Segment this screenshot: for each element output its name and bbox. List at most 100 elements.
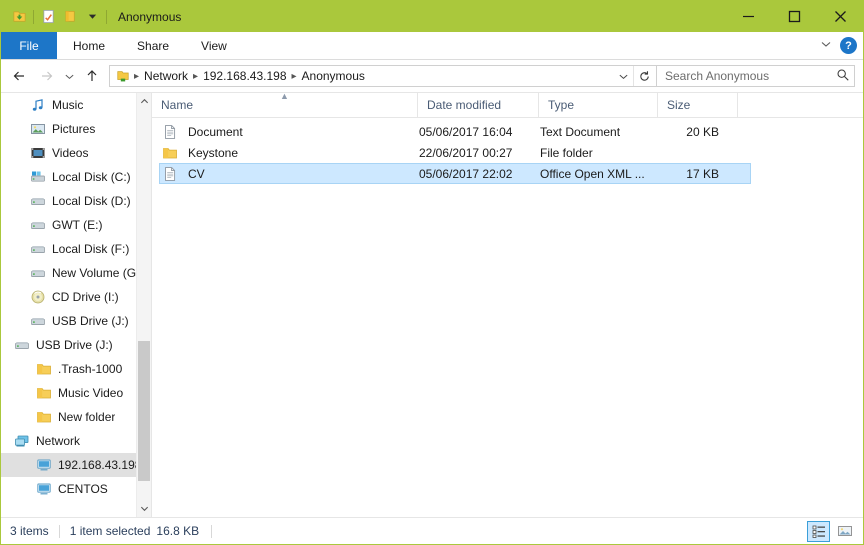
folder-icon bbox=[35, 409, 53, 425]
table-row[interactable]: Document 05/06/2017 16:04 Text Document 20 … bbox=[159, 121, 751, 142]
sidebar-item-label: Pictures bbox=[52, 122, 96, 136]
sidebar-item-gwt-e[interactable]: GWT (E:) bbox=[1, 213, 137, 237]
drive-icon bbox=[29, 241, 47, 257]
address-dropdown-icon[interactable] bbox=[613, 66, 633, 86]
text-file-icon bbox=[162, 166, 182, 182]
sidebar-item-videos[interactable]: Videos bbox=[1, 141, 137, 165]
column-header-date[interactable]: Date modified bbox=[418, 93, 539, 117]
tab-view[interactable]: View bbox=[185, 32, 243, 59]
minimize-icon[interactable] bbox=[725, 1, 771, 32]
file-date-cell: 22/06/2017 00:27 bbox=[419, 145, 513, 160]
file-type-cell: File folder bbox=[540, 145, 593, 160]
sidebar-item-label: USB Drive (J:) bbox=[36, 338, 113, 352]
sidebar-item-music-video[interactable]: Music Video bbox=[1, 381, 137, 405]
breadcrumb-item-network[interactable]: Network bbox=[141, 69, 191, 83]
sidebar-item-new-folder[interactable]: New folder bbox=[1, 405, 137, 429]
status-divider-2 bbox=[211, 524, 213, 538]
table-row[interactable]: Keystone 22/06/2017 00:27 File folder bbox=[159, 142, 751, 163]
sidebar-item-pictures[interactable]: Pictures bbox=[1, 117, 137, 141]
column-header-size[interactable]: Size bbox=[658, 93, 738, 117]
chevron-down-icon[interactable] bbox=[820, 38, 832, 53]
sidebar-item-label: Music Video bbox=[58, 386, 124, 400]
sidebar-item-local-disk-c[interactable]: Local Disk (C:) bbox=[1, 165, 137, 189]
file-date-cell: 05/06/2017 22:02 bbox=[419, 166, 513, 181]
search-placeholder: Search Anonymous bbox=[665, 69, 770, 83]
breadcrumb-item-anonymous[interactable]: Anonymous bbox=[299, 69, 368, 83]
breadcrumb-separator-0: ▸ bbox=[134, 70, 140, 82]
file-name-label: Document bbox=[188, 124, 243, 139]
status-bar: 3 items 1 item selected 16.8 KB bbox=[1, 517, 863, 544]
sidebar-item-label: Local Disk (F:) bbox=[52, 242, 130, 256]
column-header-type[interactable]: Type bbox=[539, 93, 658, 117]
new-folder-icon[interactable] bbox=[59, 6, 81, 28]
file-name-label: CV bbox=[188, 166, 205, 181]
breadcrumb-separator-2: ▸ bbox=[291, 70, 297, 82]
help-icon[interactable]: ? bbox=[840, 37, 857, 54]
sidebar-item-192-168-43-198[interactable]: 192.168.43.198 bbox=[1, 453, 137, 477]
search-icon[interactable] bbox=[836, 68, 850, 85]
breadcrumb-separator-1: ▸ bbox=[193, 70, 199, 82]
navigation-tree: Music Pictures Videos Local Disk (C:) Local … bbox=[1, 93, 137, 517]
customize-toolbar-caret-icon[interactable] bbox=[81, 6, 103, 28]
explorer-body: Music Pictures Videos Local Disk (C:) Local … bbox=[1, 91, 863, 517]
refresh-icon[interactable] bbox=[633, 66, 654, 86]
sidebar-item-label: GWT (E:) bbox=[52, 218, 103, 232]
sidebar-item-cd-drive-i[interactable]: CD Drive (I:) bbox=[1, 285, 137, 309]
large-icons-view-icon[interactable] bbox=[833, 521, 856, 542]
details-view-icon[interactable] bbox=[807, 520, 830, 542]
search-input[interactable]: Search Anonymous bbox=[657, 65, 855, 87]
sidebar-item-music[interactable]: Music bbox=[1, 93, 137, 117]
forward-button[interactable] bbox=[33, 63, 59, 89]
view-buttons bbox=[807, 518, 856, 544]
address-bar: ▸ Network ▸ 192.168.43.198 ▸ Anonymous S… bbox=[1, 60, 863, 92]
file-name-label: Keystone bbox=[188, 145, 239, 160]
sidebar-item-label: Videos bbox=[52, 146, 89, 160]
drive-icon bbox=[29, 265, 47, 281]
cd-drive-icon bbox=[29, 289, 47, 305]
sidebar-item-label: Music bbox=[52, 98, 84, 112]
ribbon-tabs: File Home Share View ? bbox=[1, 32, 863, 60]
properties-check-icon[interactable] bbox=[37, 6, 59, 28]
chevron-up-icon[interactable] bbox=[137, 93, 151, 110]
breadcrumb-item-host[interactable]: 192.168.43.198 bbox=[200, 69, 289, 83]
column-headers: ▲ Name Date modified Type Size bbox=[152, 91, 863, 118]
sidebar-item-trash-1000[interactable]: .Trash-1000 bbox=[1, 357, 137, 381]
toolbar-divider bbox=[33, 9, 34, 24]
sidebar-item-usb-drive-j[interactable]: USB Drive (J:) bbox=[1, 309, 137, 333]
caret-up-icon: ▲ bbox=[280, 91, 289, 101]
title-bar: Anonymous bbox=[1, 1, 863, 32]
breadcrumb[interactable]: ▸ Network ▸ 192.168.43.198 ▸ Anonymous bbox=[109, 65, 657, 87]
column-header-name-label: Name bbox=[161, 98, 194, 112]
file-explorer-window: Anonymous File Home Share View ? ▸ Netwo… bbox=[0, 0, 864, 545]
folder-icon bbox=[35, 361, 53, 377]
tab-share[interactable]: Share bbox=[121, 32, 185, 59]
column-header-name[interactable]: ▲ Name bbox=[152, 91, 418, 117]
scrollbar-thumb[interactable] bbox=[138, 341, 150, 481]
table-row[interactable]: CV 05/06/2017 22:02 Office Open XML ... 17 … bbox=[159, 163, 751, 184]
sidebar-item-local-disk-f[interactable]: Local Disk (F:) bbox=[1, 237, 137, 261]
sidebar-scrollbar[interactable] bbox=[136, 93, 151, 517]
file-list-pane: ▲ Name Date modified Type Size Document 0… bbox=[152, 91, 863, 517]
sidebar-item-usb-drive-j[interactable]: USB Drive (J:) bbox=[1, 333, 137, 357]
file-size-cell: 20 KB bbox=[686, 124, 719, 139]
pictures-icon bbox=[29, 121, 47, 137]
sidebar-item-new-volume-g[interactable]: New Volume (G: bbox=[1, 261, 137, 285]
file-type-cell: Office Open XML ... bbox=[540, 166, 645, 181]
sidebar-item-network[interactable]: Network bbox=[1, 429, 137, 453]
maximize-icon[interactable] bbox=[771, 1, 817, 32]
sidebar-item-label: Network bbox=[36, 434, 81, 448]
close-icon[interactable] bbox=[817, 1, 863, 32]
up-button[interactable] bbox=[79, 63, 105, 89]
column-header-date-label: Date modified bbox=[427, 98, 502, 112]
tab-file[interactable]: File bbox=[1, 32, 57, 59]
videos-icon bbox=[29, 145, 47, 161]
folder-green-arrow-icon[interactable] bbox=[8, 6, 30, 28]
sidebar-item-centos[interactable]: CENTOS bbox=[1, 477, 137, 501]
drive-icon bbox=[29, 313, 47, 329]
back-button[interactable] bbox=[7, 63, 33, 89]
recent-locations-button[interactable] bbox=[59, 63, 79, 89]
drive-icon bbox=[13, 337, 31, 353]
chevron-down-icon[interactable] bbox=[137, 500, 151, 517]
sidebar-item-local-disk-d[interactable]: Local Disk (D:) bbox=[1, 189, 137, 213]
tab-home[interactable]: Home bbox=[57, 32, 121, 59]
